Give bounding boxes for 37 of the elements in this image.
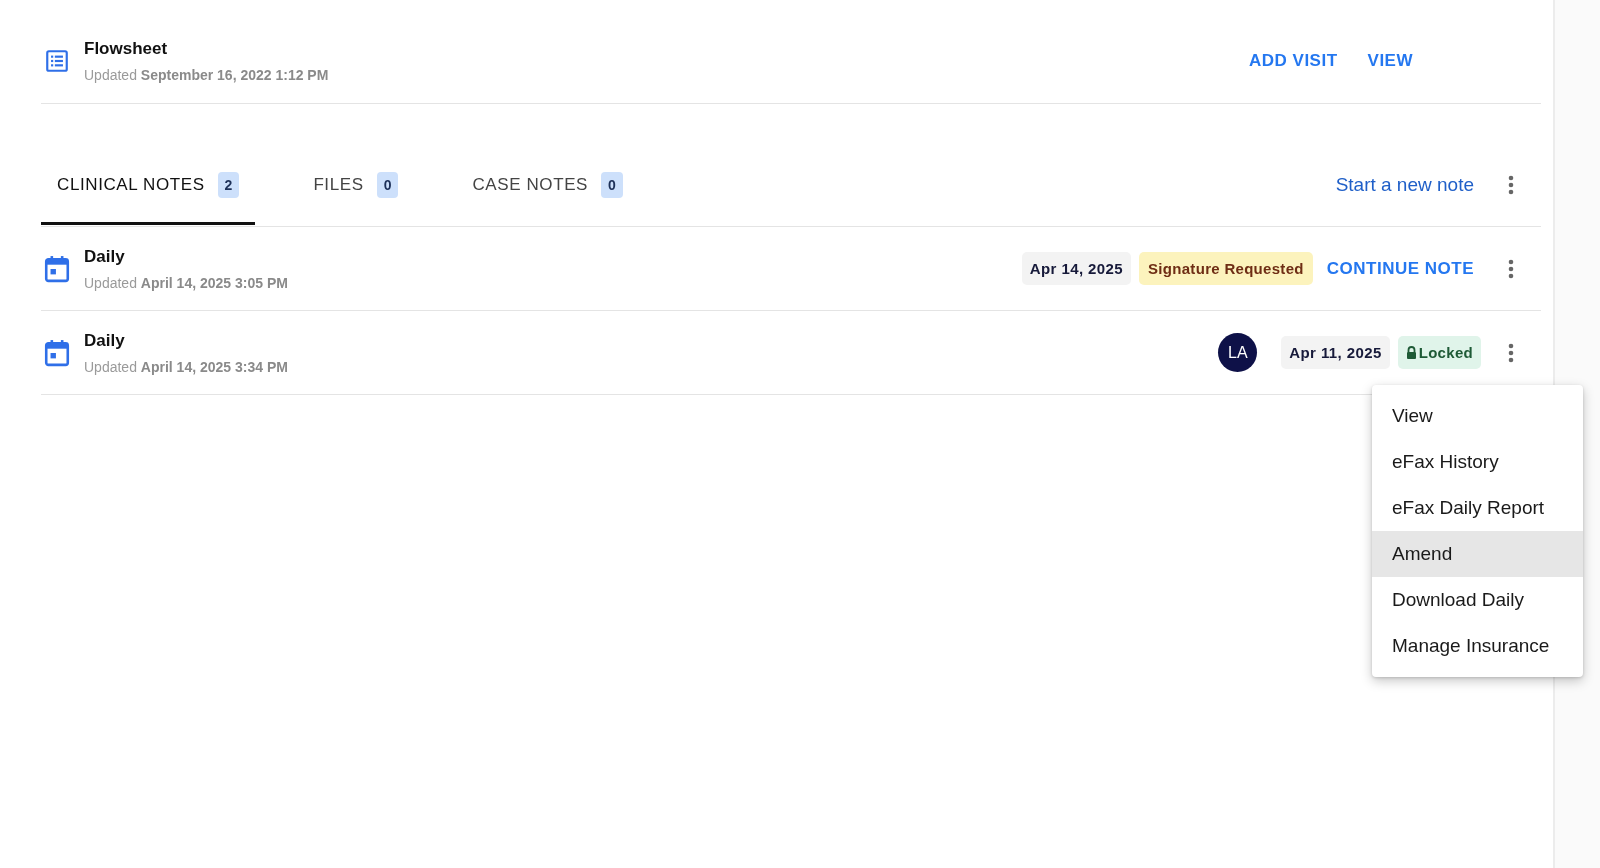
date-badge: Apr 11, 2025 <box>1281 336 1390 369</box>
note-title: Daily <box>84 330 126 351</box>
lock-icon <box>1405 346 1417 359</box>
menu-item[interactable]: eFax Daily Report <box>1372 485 1583 531</box>
tab[interactable]: CLINICAL NOTES 2 <box>41 145 256 225</box>
tab[interactable]: FILES 0 <box>297 145 415 225</box>
date-badge: Apr 14, 2025 <box>1021 252 1132 285</box>
status-label: Signature Requested <box>1148 260 1304 277</box>
status-label: Locked <box>1418 344 1473 361</box>
menu-item[interactable]: Amend <box>1372 531 1583 577</box>
note-title: Daily <box>84 246 126 267</box>
menu-item[interactable]: View <box>1372 393 1583 439</box>
count-badge: 2 <box>217 172 240 198</box>
calendar-icon <box>44 338 70 367</box>
more-options-icon[interactable] <box>1508 258 1514 279</box>
menu-item[interactable]: Download Daily <box>1372 577 1583 623</box>
avatar: LA <box>1218 333 1258 372</box>
tab-label: CASE NOTES <box>472 175 589 195</box>
updated-text: Updated April 14, 2025 3:34 PM <box>84 358 288 375</box>
flowsheet-title: Flowsheet <box>84 38 169 59</box>
list-icon <box>44 47 70 74</box>
menu-item[interactable]: Manage Insurance <box>1372 623 1583 669</box>
more-options-icon[interactable] <box>1508 342 1514 363</box>
action-button[interactable]: ADD VISIT <box>1249 50 1338 71</box>
start-note-link[interactable]: Start a new note <box>1335 174 1474 196</box>
action-button[interactable]: VIEW <box>1367 50 1413 71</box>
count-badge: 0 <box>601 172 623 198</box>
continue-note-button[interactable]: CONTINUE NOTE <box>1326 258 1474 279</box>
tab[interactable]: CASE NOTES 0 <box>456 145 639 225</box>
more-options-icon[interactable] <box>1508 175 1514 195</box>
updated-text: Updated April 14, 2025 3:05 PM <box>84 274 288 291</box>
updated-text: Updated September 16, 2022 1:12 PM <box>84 66 329 83</box>
calendar-icon <box>44 254 70 283</box>
menu-item[interactable]: eFax History <box>1372 439 1583 485</box>
count-badge: 0 <box>376 172 399 198</box>
tab-label: FILES <box>313 175 364 195</box>
tab-label: CLINICAL NOTES <box>57 175 205 195</box>
